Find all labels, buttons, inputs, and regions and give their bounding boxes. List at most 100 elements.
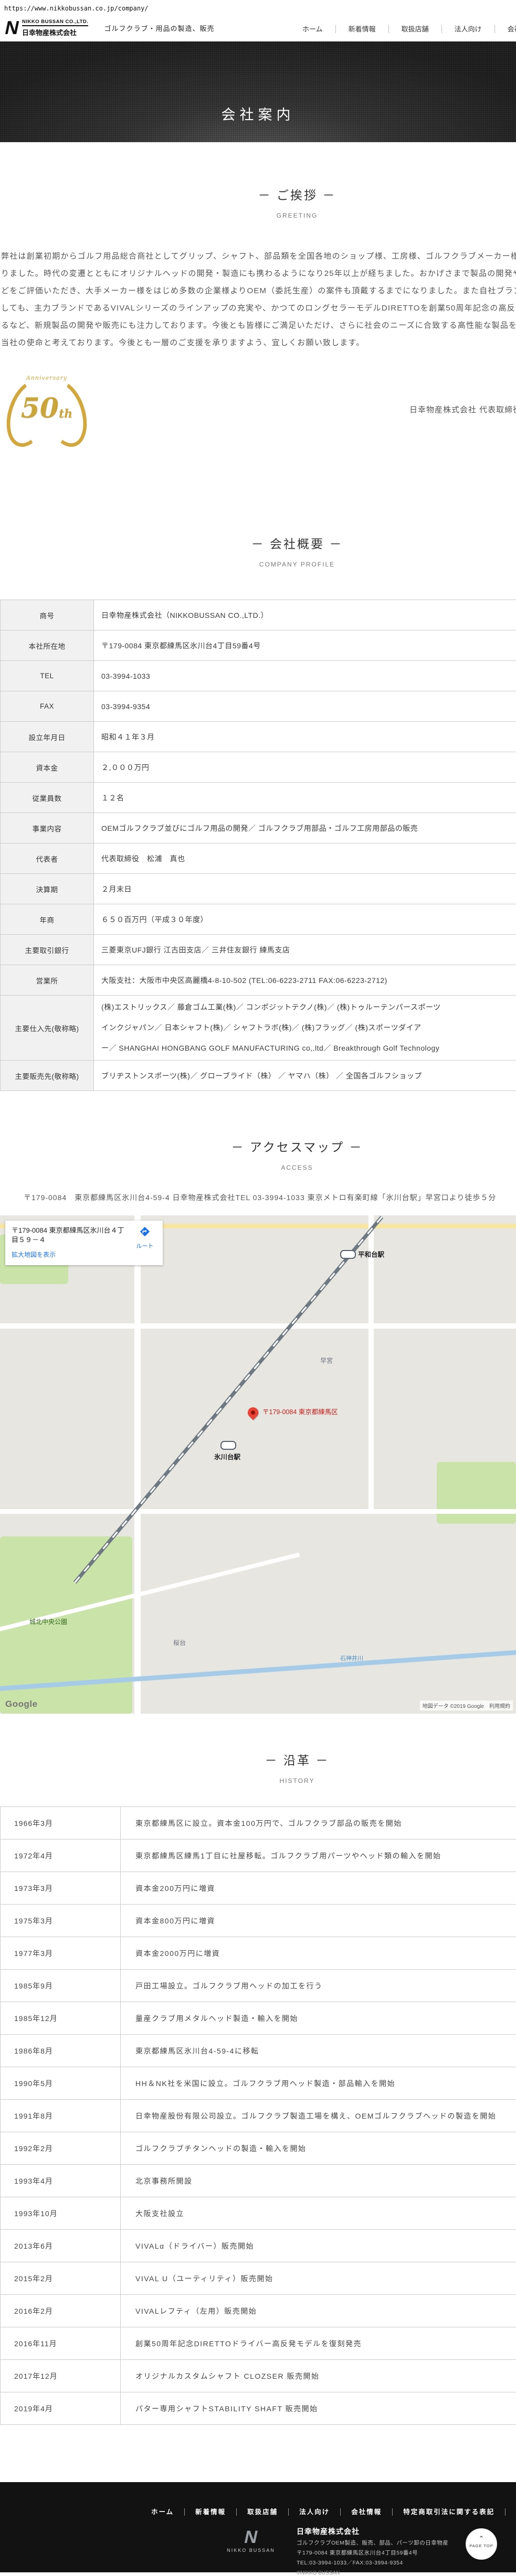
map-expand-link[interactable]: 拡大地図を表示 — [12, 1250, 156, 1259]
anniversary-suffix: th — [59, 407, 72, 421]
map-card-address: 〒179-0084 東京都練馬区氷川台４丁目５９－４ — [12, 1226, 124, 1245]
page-top-button[interactable]: ⌃ PAGE TOP — [466, 2528, 497, 2560]
greeting-line: しても、主力ブランドであるVIVALシリーズのラインアップの充実や、かつてのロン… — [1, 300, 516, 317]
table-row: FAX03-3994-9354 — [1, 691, 516, 722]
table-row: 主要取引銀行三菱東京UFJ銀行 江古田支店／ 三井住友銀行 練馬支店 — [1, 935, 516, 965]
table-row: 営業所大阪支社：大阪市中央区高麗橋4-8-10-502 (TEL:06-6223… — [1, 965, 516, 996]
history-subtitle: HISTORY — [0, 1777, 516, 1784]
greeting-section: － ご挨拶 － GREETING 弊社は創業初期からゴルフ用品総合商社としてグリ… — [0, 185, 516, 467]
map-road — [134, 1215, 141, 1714]
table-row: 2016年11月創業50周年記念DIRETTOドライバー高反発モデルを復刻発売 — [1, 2327, 516, 2360]
table-row: 従業員数１２名 — [1, 783, 516, 813]
google-logo[interactable]: Google — [5, 1699, 38, 1709]
map-info-card: 〒179-0084 東京都練馬区氷川台４丁目５９－４ ルート 拡大地図を表示 — [5, 1221, 163, 1265]
profile-title: － 会社概要 － — [0, 534, 516, 552]
greeting-line: 当社の使命と考えております。今後とも一層のご支援を承りますよう、宜しくお願い致し… — [1, 334, 516, 351]
table-row: 事業内容OEMゴルフクラブ並びにゴルフ用品の開発／ ゴルフクラブ用部品・ゴルフ工… — [1, 813, 516, 843]
table-row: 年商６５０百万円（平成３０年度） — [1, 904, 516, 935]
nav-item-company[interactable]: 会社情報 — [495, 25, 516, 33]
company-profile-table: 商号日幸物産株式会社（NIKKOBUSSAN CO.,LTD.） 本社所在地〒1… — [0, 600, 516, 1091]
history-table: 1966年3月東京都練馬区に設立。資本金100万円で、ゴルフクラブ部品の販売を開… — [0, 1807, 516, 2425]
hero-banner: 会社案内 — [0, 41, 516, 142]
table-row: 1993年4月北京事務所開設 — [1, 2165, 516, 2197]
access-title: － アクセスマップ － — [0, 1137, 516, 1155]
map-route-button[interactable]: ルート — [131, 1226, 159, 1250]
main-nav: ホーム新着情報取扱店舗法人向け会社情報 — [290, 24, 516, 34]
table-row: 2013年6月VIVALα（ドライバー）販売開始 — [1, 2230, 516, 2262]
table-row: 本社所在地〒179-0084 東京都練馬区氷川台4丁目59番4号 — [1, 630, 516, 661]
anniversary-number: 50 — [21, 392, 59, 424]
footer-description: ゴルフクラブOEM製造、販売、部品、パーツ卸の日幸物産 — [297, 2539, 448, 2547]
footer-nav-home[interactable]: ホーム — [141, 2508, 185, 2516]
footer-tel-fax: TEL:03-3994-1033／FAX:03-3994-9354 — [297, 2559, 448, 2567]
nav-item-home[interactable]: ホーム — [290, 25, 336, 33]
site-tagline: ゴルフクラブ・用品の製造、販売 — [104, 23, 214, 33]
footer-nav-legal[interactable]: 特定商取引法に関する表記 — [393, 2508, 506, 2516]
google-map-embed[interactable]: 平和台駅 氷川台駅 城北中央公園 早宮 桜台 石神井川 〒179-0084 東京… — [0, 1215, 516, 1714]
footer-logo-n-icon: N — [243, 2528, 259, 2546]
table-row: 主要販売先(敬称略)ブリヂストンスポーツ(株)／ グローブライド（株） ／ ヤマ… — [1, 1061, 516, 1091]
table-row: 商号日幸物産株式会社（NIKKOBUSSAN CO.,LTD.） — [1, 600, 516, 630]
profile-subtitle: COMPANY PROFILE — [0, 561, 516, 568]
map-attribution[interactable]: 地図データ ©2019 Google 利用規約 — [420, 1701, 513, 1711]
footer-nav-company[interactable]: 会社情報 — [341, 2508, 393, 2516]
footer-nav-business[interactable]: 法人向け — [289, 2508, 341, 2516]
table-row: 1966年3月東京都練馬区に設立。資本金100万円で、ゴルフクラブ部品の販売を開… — [1, 1807, 516, 1840]
map-marker-pin-icon[interactable] — [246, 1405, 260, 1420]
footer-address: 〒179-0084 東京都練馬区氷川台4丁目59番4号 — [297, 2549, 448, 2557]
table-row: 1975年3月資本金800万円に増資 — [1, 1905, 516, 1937]
map-area-label: 桜台 — [173, 1638, 186, 1647]
table-row: 1973年3月資本金200万円に増資 — [1, 1872, 516, 1905]
table-row: 2015年2月VIVAL U（ユーティリティ）販売開始 — [1, 2262, 516, 2295]
access-section: － アクセスマップ － ACCESS 〒179-0084 東京都練馬区氷川台4-… — [0, 1137, 516, 1714]
table-row: 1991年8月日幸物産股份有限公司設立。ゴルフクラブ製造工場を構え、OEMゴルフ… — [1, 2100, 516, 2132]
greeting-title: － ご挨拶 － — [0, 185, 516, 203]
footer-nav-stores[interactable]: 取扱店舗 — [237, 2508, 289, 2516]
map-road — [0, 1509, 516, 1514]
map-marker-label: 〒179-0084 東京都練馬区 — [262, 1406, 338, 1416]
table-row: 決算期２月末日 — [1, 874, 516, 904]
map-road — [368, 1215, 374, 1509]
chevron-up-icon: ⌃ — [466, 2535, 497, 2542]
page-url: https://www.nikkobussan.co.jp/company/ — [0, 0, 516, 14]
site-footer: ホーム新着情報取扱店舗法人向け会社情報特定商取引法に関する表記お問い合わせ N … — [0, 2482, 516, 2572]
table-row: 主要仕入先(敬称略) (株)エストリックス／ 藤倉ゴム工業(株)／ コンポジット… — [1, 996, 516, 1061]
footer-nav: ホーム新着情報取扱店舗法人向け会社情報特定商取引法に関する表記お問い合わせ — [0, 2482, 516, 2516]
footer-nav-news[interactable]: 新着情報 — [185, 2508, 237, 2516]
table-row: 設立年月日昭和４１年３月 — [1, 722, 516, 752]
table-row: 代表者代表取締役 松浦 真也 — [1, 843, 516, 874]
nav-item-news[interactable]: 新着情報 — [336, 25, 389, 33]
footer-company-name: 日幸物産株式会社 — [297, 2526, 448, 2537]
page-top-label: PAGE TOP — [466, 2543, 497, 2548]
map-park-label: 城北中央公園 — [29, 1617, 67, 1626]
table-row: TEL03-3994-1033 — [1, 661, 516, 691]
table-row: 1986年8月東京都練馬区氷川台4-59-4に移転 — [1, 2035, 516, 2067]
map-park-area — [437, 1462, 516, 1524]
history-title: － 沿革 － — [0, 1750, 516, 1768]
access-subtitle: ACCESS — [0, 1164, 516, 1171]
president-signature: 日幸物産株式会社 代表取締役 — [409, 404, 516, 415]
map-station-label: 氷川台駅 — [214, 1451, 240, 1461]
nav-item-business[interactable]: 法人向け — [442, 25, 495, 33]
anniversary-50th-emblem-icon: Anniversary 50th — [7, 370, 86, 449]
access-address-line: 〒179-0084 東京都練馬区氷川台4-59-4 日幸物産株式会社TEL 03… — [0, 1192, 516, 1203]
nav-item-stores[interactable]: 取扱店舗 — [389, 25, 442, 33]
footer-nav-contact[interactable]: お問い合わせ — [506, 2508, 516, 2516]
footer-company-info: 日幸物産株式会社 ゴルフクラブOEM製造、販売、部品、パーツ卸の日幸物産 〒17… — [297, 2526, 448, 2576]
route-icon — [139, 1226, 151, 1237]
page-title: 会社案内 — [0, 103, 516, 124]
table-row: 2019年4月パター専用シャフトSTABILITY SHAFT 販売開始 — [1, 2392, 516, 2425]
site-logo[interactable]: N NIKKO BUSSAN CO.,LTD. 日幸物産株式会社 — [5, 18, 88, 37]
logo-n-icon: N — [3, 18, 21, 37]
anniversary-word: Anniversary — [7, 375, 86, 381]
map-railway-line — [74, 1216, 382, 1583]
logo-text-en: NIKKO BUSSAN CO.,LTD. — [22, 19, 88, 26]
greeting-footer-row: Anniversary 50th 日幸物産株式会社 代表取締役 — [0, 366, 516, 467]
greeting-line: 弊社は創業初期からゴルフ用品総合商社としてグリップ、シャフト、部品類を全国各地の… — [1, 248, 516, 265]
table-row: 1985年9月戸田工場設立。ゴルフクラブ用ヘッドの加工を行う — [1, 1970, 516, 2002]
map-road — [0, 1323, 516, 1329]
table-row: 2017年12月オリジナルカスタムシャフト CLOZSER 販売開始 — [1, 2360, 516, 2392]
site-header: N NIKKO BUSSAN CO.,LTD. 日幸物産株式会社 ゴルフクラブ・… — [0, 14, 516, 41]
map-route-label: ルート — [131, 1242, 159, 1250]
table-row: 1977年3月資本金2000万円に増資 — [1, 1937, 516, 1970]
